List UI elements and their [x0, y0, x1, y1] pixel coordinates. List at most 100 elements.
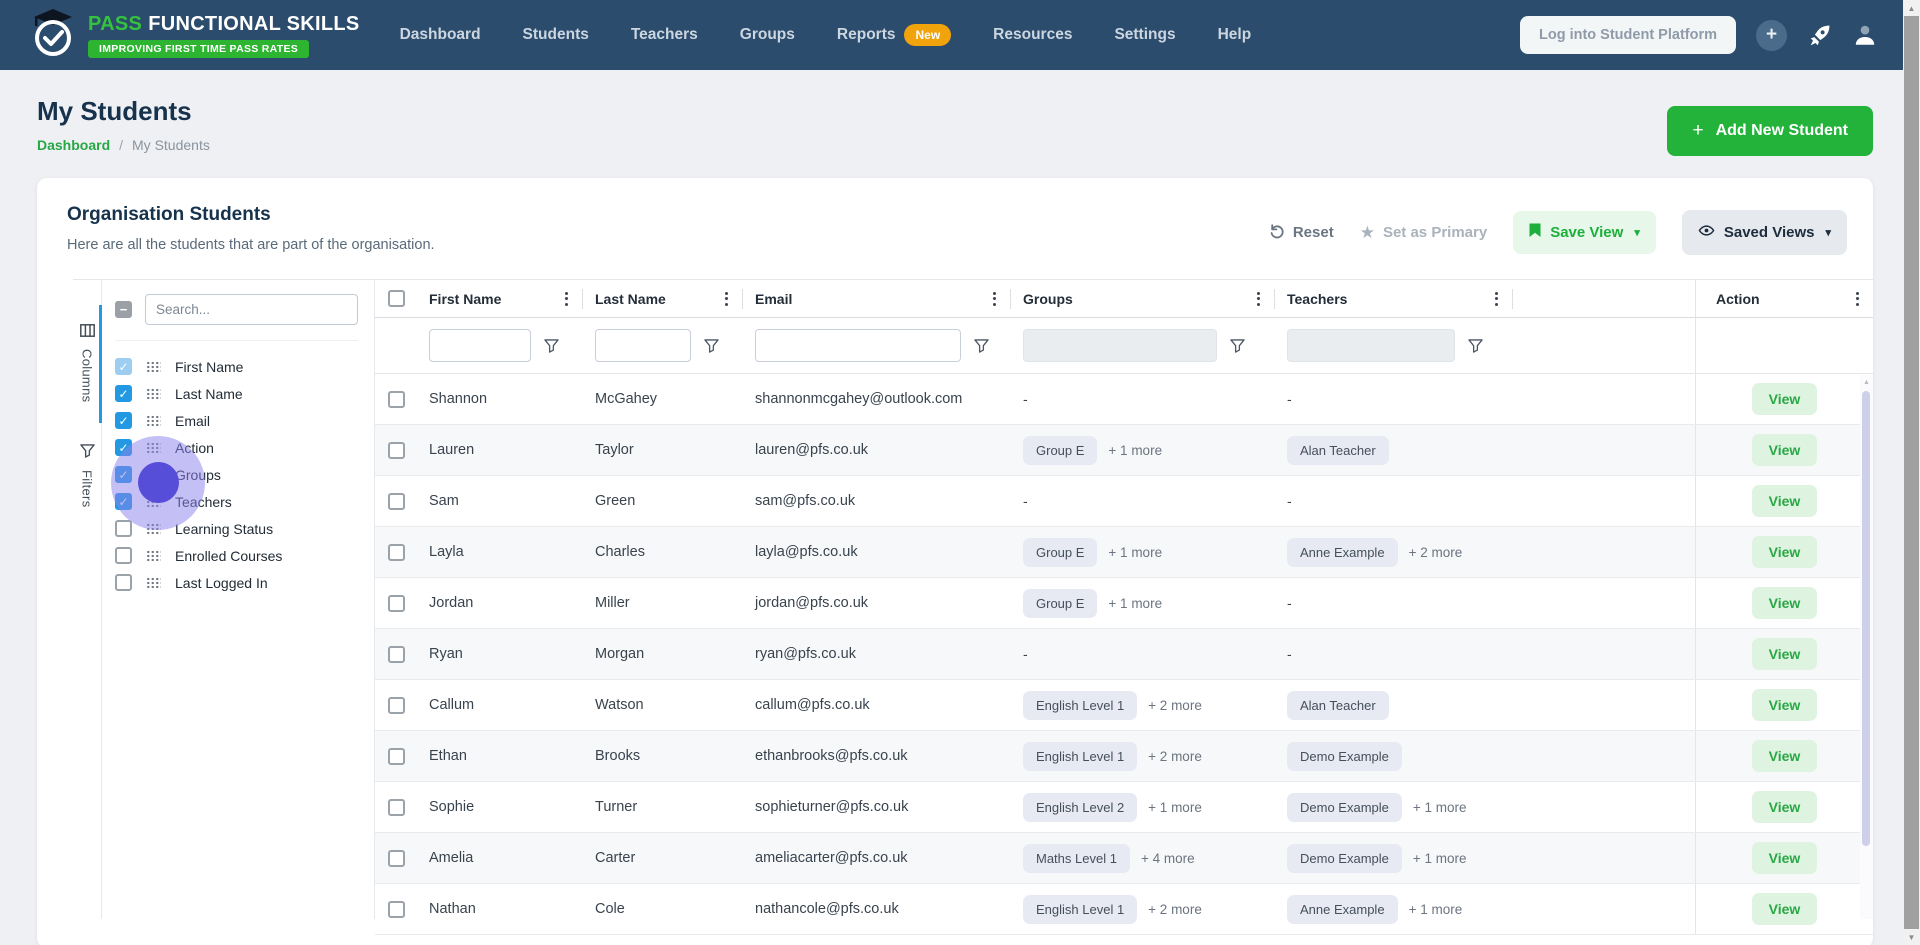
filter-funnel-icon[interactable]: [544, 338, 559, 353]
filter-funnel-icon[interactable]: [1230, 338, 1245, 353]
column-menu-icon[interactable]: [1852, 288, 1863, 310]
table-cell: Demo Example + 1 more: [1275, 782, 1513, 832]
column-menu-icon[interactable]: [1253, 288, 1264, 310]
email-filter-input[interactable]: [755, 329, 961, 362]
column-checkbox[interactable]: ✓: [115, 493, 132, 510]
view-button[interactable]: View: [1751, 383, 1818, 415]
cell-email: callum@pfs.co.uk: [755, 697, 870, 713]
table-scrollbar-thumb[interactable]: [1862, 391, 1870, 846]
login-student-platform-button[interactable]: Log into Student Platform: [1519, 16, 1736, 54]
select-all-columns-checkbox[interactable]: −: [115, 301, 132, 318]
groups-filter-input[interactable]: [1023, 329, 1217, 362]
breadcrumb-dashboard-link[interactable]: Dashboard: [37, 137, 110, 153]
drag-handle-icon[interactable]: [146, 415, 161, 426]
nav-item-label: Groups: [739, 26, 795, 43]
column-menu-icon[interactable]: [721, 288, 732, 310]
add-new-student-button[interactable]: + Add New Student: [1667, 106, 1873, 156]
column-checkbox[interactable]: ✓: [115, 358, 132, 375]
drag-handle-icon[interactable]: [146, 523, 161, 534]
nav-item-teachers[interactable]: Teachers: [631, 26, 698, 44]
column-toggle-item: Last Logged In: [115, 569, 358, 596]
row-checkbox[interactable]: [387, 390, 405, 408]
table-cell: [375, 833, 417, 883]
row-checkbox[interactable]: [387, 492, 405, 510]
page-scrollbar-thumb[interactable]: [1904, 16, 1919, 929]
row-checkbox[interactable]: [387, 798, 405, 816]
view-button[interactable]: View: [1751, 842, 1818, 874]
view-button[interactable]: View: [1751, 434, 1818, 466]
drag-handle-icon[interactable]: [146, 550, 161, 561]
header-select-all-checkbox[interactable]: [387, 290, 405, 307]
page-scrollbar[interactable]: ▲ ▼: [1903, 0, 1920, 945]
view-button[interactable]: View: [1751, 740, 1818, 772]
drag-handle-icon[interactable]: [146, 469, 161, 480]
column-checkbox[interactable]: [115, 574, 132, 591]
saved-views-button[interactable]: Saved Views ▾: [1681, 210, 1847, 255]
last-name-filter-input[interactable]: [595, 329, 691, 362]
column-checkbox[interactable]: [115, 520, 132, 537]
row-checkbox[interactable]: [387, 645, 405, 663]
table-cell: Alan Teacher: [1275, 680, 1513, 730]
row-checkbox[interactable]: [387, 900, 405, 918]
table-scrollbar[interactable]: ▲: [1860, 375, 1873, 919]
filter-funnel-icon[interactable]: [974, 338, 989, 353]
nav-item-resources[interactable]: Resources: [993, 26, 1072, 44]
table-cell: Miller: [583, 578, 743, 628]
filter-funnel-icon[interactable]: [704, 338, 719, 353]
nav-item-help[interactable]: Help: [1218, 26, 1252, 44]
nav-item-groups[interactable]: Groups: [740, 26, 795, 44]
brand-logo[interactable]: PASS FUNCTIONAL SKILLS IMPROVING FIRST TI…: [30, 7, 360, 64]
column-menu-icon[interactable]: [561, 288, 572, 310]
view-button[interactable]: View: [1751, 485, 1818, 517]
set-as-primary-button[interactable]: ★ Set as Primary: [1360, 223, 1487, 243]
nav-item-reports[interactable]: Reports New: [837, 24, 952, 46]
column-checkbox[interactable]: [115, 547, 132, 564]
column-checkbox[interactable]: ✓: [115, 385, 132, 402]
column-checkbox[interactable]: ✓: [115, 412, 132, 429]
tab-filters[interactable]: Filters: [80, 444, 95, 508]
row-checkbox[interactable]: [387, 594, 405, 612]
view-button[interactable]: View: [1751, 587, 1818, 619]
row-checkbox[interactable]: [387, 849, 405, 867]
row-checkbox[interactable]: [387, 696, 405, 714]
drag-handle-icon[interactable]: [146, 442, 161, 453]
cell-first-name: Ryan: [429, 646, 463, 662]
add-quick-button[interactable]: +: [1756, 19, 1787, 51]
scroll-up-arrow[interactable]: ▲: [1903, 0, 1920, 16]
row-checkbox[interactable]: [387, 543, 405, 561]
table-cell: [375, 476, 417, 526]
nav-item-students[interactable]: Students: [523, 26, 589, 44]
column-checkbox[interactable]: ✓: [115, 466, 132, 483]
drag-handle-icon[interactable]: [146, 496, 161, 507]
tab-columns[interactable]: Columns: [80, 324, 95, 402]
column-menu-icon[interactable]: [1491, 288, 1502, 310]
first-name-filter-input[interactable]: [429, 329, 531, 362]
table-row: Nathan Cole nathancole@pfs.co.uk English Le…: [375, 884, 1873, 935]
save-view-button[interactable]: Save View ▾: [1513, 211, 1656, 254]
reset-button[interactable]: Reset: [1269, 223, 1334, 243]
row-checkbox[interactable]: [387, 747, 405, 765]
view-button[interactable]: View: [1751, 791, 1818, 823]
nav-item-settings[interactable]: Settings: [1114, 26, 1175, 44]
view-button[interactable]: View: [1751, 689, 1818, 721]
cell-email: lauren@pfs.co.uk: [755, 442, 869, 458]
teachers-filter-input[interactable]: [1287, 329, 1455, 362]
groups-chip: English Level 1: [1023, 894, 1138, 924]
column-checkbox[interactable]: ✓: [115, 439, 132, 456]
scroll-down-arrow[interactable]: ▼: [1903, 929, 1920, 945]
view-button[interactable]: View: [1751, 893, 1818, 925]
table-cell: English Level 1 + 2 more: [1011, 731, 1275, 781]
scroll-up-arrow[interactable]: ▲: [1860, 375, 1873, 386]
row-checkbox[interactable]: [387, 441, 405, 459]
columns-search-input[interactable]: [145, 294, 358, 325]
nav-item-dashboard[interactable]: Dashboard: [400, 26, 481, 44]
filter-funnel-icon[interactable]: [1468, 338, 1483, 353]
drag-handle-icon[interactable]: [146, 361, 161, 372]
view-button[interactable]: View: [1751, 638, 1818, 670]
column-menu-icon[interactable]: [989, 288, 1000, 310]
rocket-icon[interactable]: [1807, 23, 1832, 48]
view-button[interactable]: View: [1751, 536, 1818, 568]
drag-handle-icon[interactable]: [146, 388, 161, 399]
drag-handle-icon[interactable]: [146, 577, 161, 588]
user-avatar-icon[interactable]: [1852, 22, 1878, 48]
